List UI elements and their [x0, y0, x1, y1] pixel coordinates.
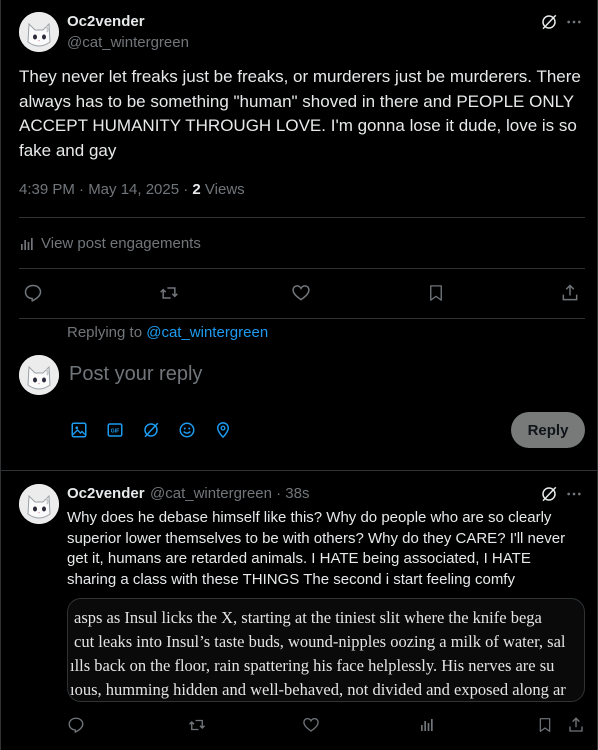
- repost-icon[interactable]: [187, 716, 207, 734]
- analytics-icon: [21, 237, 33, 250]
- views-count: 2: [192, 181, 201, 198]
- image-text-line: asps as Insul licks the X, starting at t…: [74, 608, 542, 627]
- section-divider: [1, 470, 598, 471]
- share-icon[interactable]: [560, 283, 580, 303]
- replying-to: Replying to @cat_wintergreen: [67, 324, 268, 341]
- views-label: Views: [200, 181, 245, 198]
- reply-icon[interactable]: [67, 716, 85, 734]
- composer-avatar[interactable]: [19, 355, 59, 395]
- grok-compose-icon[interactable]: [142, 421, 160, 439]
- reply-button[interactable]: Reply: [511, 412, 585, 448]
- repost-icon[interactable]: [158, 283, 180, 303]
- cat-avatar-icon: [19, 12, 59, 52]
- app-frame: Oc2vender @cat_wintergreen They never le…: [0, 0, 598, 750]
- image-text-line: ıous, humming hidden and well-behaved, n…: [70, 680, 566, 699]
- replying-to-handle[interactable]: @cat_wintergreen: [146, 324, 268, 341]
- reply-display-name[interactable]: Oc2vender: [67, 485, 145, 502]
- avatar[interactable]: [19, 12, 59, 52]
- image-text-line: ılls back on the floor, rain spattering …: [70, 656, 555, 675]
- media-icon[interactable]: [70, 421, 88, 439]
- engagements-label: View post engagements: [41, 235, 201, 252]
- divider: [19, 268, 585, 269]
- more-options-icon[interactable]: [566, 14, 582, 30]
- share-icon[interactable]: [567, 716, 585, 734]
- divider: [19, 318, 585, 319]
- svg-text:GIF: GIF: [111, 429, 121, 435]
- cat-avatar-icon: [19, 355, 59, 395]
- reply-icon[interactable]: [23, 283, 43, 303]
- grok-icon[interactable]: [540, 485, 558, 503]
- gif-icon[interactable]: GIF: [106, 421, 124, 439]
- emoji-icon[interactable]: [178, 421, 196, 439]
- grok-icon[interactable]: [540, 13, 558, 31]
- views-icon[interactable]: [419, 716, 435, 734]
- replying-to-label: Replying to: [67, 324, 147, 341]
- reply-tweet-text: Why does he debase himself like this? Wh…: [67, 509, 566, 588]
- display-name[interactable]: Oc2vender: [67, 13, 145, 30]
- like-icon[interactable]: [302, 716, 320, 734]
- attached-image[interactable]: asps as Insul licks the X, starting at t…: [67, 598, 585, 702]
- image-text-line: cut leaks into Insul’s taste buds, wound…: [74, 632, 566, 651]
- reply-handle-time[interactable]: @cat_wintergreen · 38s: [150, 485, 309, 502]
- reply-avatar[interactable]: [19, 484, 59, 524]
- divider: [19, 217, 585, 218]
- user-handle[interactable]: @cat_wintergreen: [67, 34, 189, 51]
- more-options-icon[interactable]: [566, 486, 582, 502]
- view-engagements-link[interactable]: View post engagements: [19, 235, 201, 252]
- like-icon[interactable]: [291, 283, 311, 303]
- location-icon[interactable]: [214, 421, 232, 439]
- bookmark-icon[interactable]: [537, 716, 553, 734]
- bookmark-icon[interactable]: [427, 283, 445, 303]
- tweet-meta: 4:39 PM · May 14, 2025 · 2 Views: [19, 181, 245, 198]
- reply-input[interactable]: Post your reply: [69, 363, 202, 386]
- tweet-time[interactable]: 4:39 PM · May 14, 2025 ·: [19, 181, 192, 198]
- tweet-text: They never let freaks just be freaks, or…: [19, 67, 581, 160]
- cat-avatar-icon: [19, 484, 59, 524]
